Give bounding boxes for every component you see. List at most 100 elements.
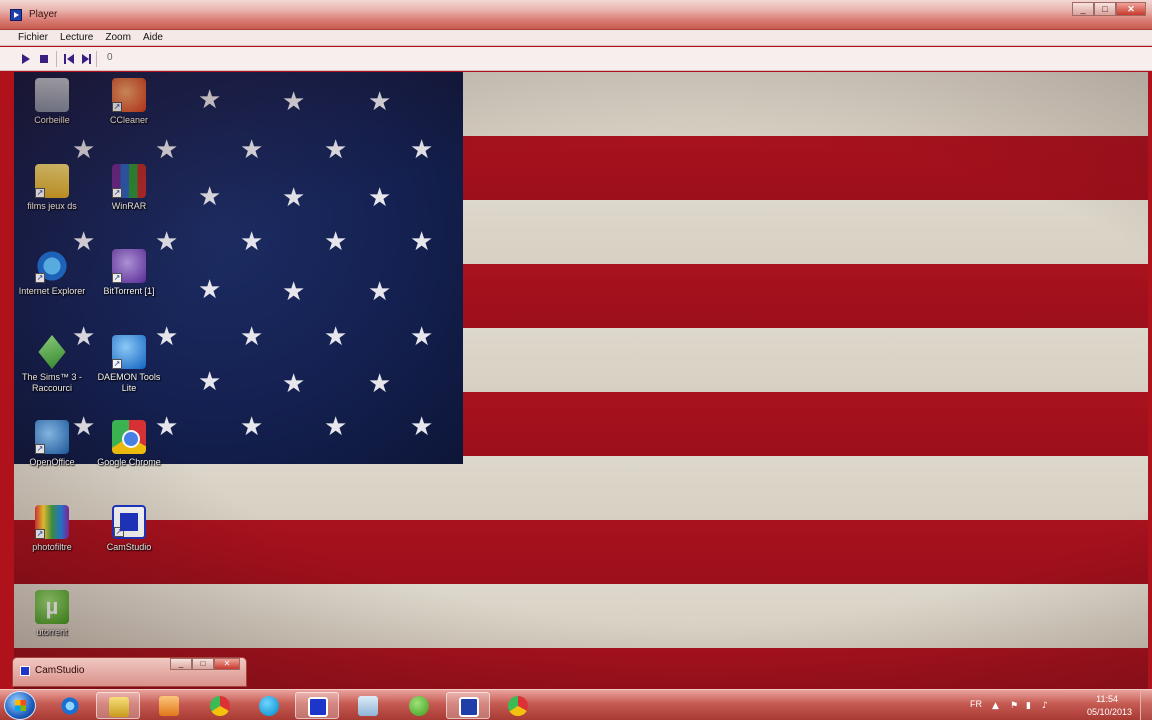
- star-icon: ★: [240, 135, 264, 165]
- utorrent-icon: [409, 696, 429, 716]
- chrome-icon: [508, 696, 528, 716]
- desktop-icon-label: OpenOffice: [29, 457, 75, 467]
- star-icon: ★: [368, 369, 392, 399]
- openoffice-icon: ↗: [35, 420, 69, 454]
- camstudio-minimize-button[interactable]: _: [170, 658, 192, 670]
- desktop-icon-google-chrome[interactable]: Google Chrome: [91, 420, 167, 468]
- desktop-icon-label: CCleaner: [109, 115, 149, 125]
- star-icon: ★: [282, 277, 306, 307]
- maximize-button[interactable]: □: [1094, 2, 1116, 16]
- recycle-bin-icon: [35, 78, 69, 112]
- photofiltre-icon: ↗: [35, 505, 69, 539]
- camstudio-icon: [308, 697, 328, 717]
- desktop-icon-label: photofiltre: [32, 542, 72, 552]
- desktop-icon-internet-explorer[interactable]: ↗ Internet Explorer: [14, 249, 90, 297]
- desktop-icon-openoffice[interactable]: ↗ OpenOffice: [14, 420, 90, 468]
- star-icon: ★: [324, 412, 348, 442]
- desktop-icon-winrar[interactable]: ↗ WinRAR: [91, 164, 167, 212]
- menu-bar: Fichier Lecture Zoom Aide: [0, 30, 1152, 46]
- star-icon: ★: [324, 322, 348, 352]
- show-desktop-button[interactable]: [1140, 690, 1152, 720]
- taskbar-file-explorer[interactable]: [96, 692, 140, 719]
- star-icon: ★: [282, 87, 306, 117]
- shortcut-arrow-icon: ↗: [35, 529, 45, 539]
- star-icon: ★: [72, 135, 96, 165]
- camstudio-minimized-window[interactable]: CamStudio _ □ ✕: [12, 657, 247, 687]
- desktop-icon-bittorrent[interactable]: ↗ BitTorrent [1]: [91, 249, 167, 297]
- star-icon: ★: [240, 412, 264, 442]
- taskbar-camstudio[interactable]: [295, 692, 339, 719]
- network-icon[interactable]: ▮: [1026, 701, 1031, 711]
- shortcut-arrow-icon: ↗: [112, 359, 122, 369]
- title-bar: Player _ □ ✕: [0, 0, 1152, 30]
- chrome-icon: [210, 696, 230, 716]
- taskbar-player[interactable]: [446, 692, 490, 719]
- toolbar-divider: [56, 51, 57, 67]
- winrar-icon: ↗: [112, 164, 146, 198]
- camstudio-window-title: CamStudio: [35, 665, 85, 676]
- clock-time[interactable]: 11:54: [1096, 694, 1118, 704]
- camstudio-window-controls: _ □ ✕: [170, 658, 240, 670]
- language-indicator[interactable]: FR: [970, 699, 982, 709]
- star-icon: ★: [324, 227, 348, 257]
- camstudio-close-button[interactable]: ✕: [214, 658, 240, 670]
- desktop-icon-ccleaner[interactable]: ↗ CCleaner: [91, 78, 167, 126]
- clock-date[interactable]: 05/10/2013: [1087, 707, 1132, 717]
- shortcut-arrow-icon: ↗: [35, 444, 45, 454]
- start-button[interactable]: [4, 691, 36, 720]
- show-hidden-icons-icon[interactable]: ▲: [992, 701, 999, 711]
- frame-counter: 0: [107, 52, 113, 63]
- taskbar-window[interactable]: [346, 692, 390, 719]
- desktop-icon-label: CamStudio: [106, 542, 152, 552]
- recorded-desktop: ★ ★ ★ ★ ★ ★ ★ ★ ★ ★ ★ ★ ★ ★ ★ ★ ★ ★ ★ ★ …: [14, 72, 1148, 689]
- close-button[interactable]: ✕: [1116, 2, 1146, 16]
- volume-icon[interactable]: ♪: [1042, 701, 1048, 711]
- desktop-icon-corbeille[interactable]: Corbeille: [14, 78, 90, 126]
- toolbar-divider: [96, 51, 97, 67]
- taskbar-media-player[interactable]: [147, 692, 191, 719]
- desktop-icon-films-jeux-ds[interactable]: ↗ films jeux ds: [14, 164, 90, 212]
- menu-aide[interactable]: Aide: [143, 32, 163, 43]
- menu-lecture[interactable]: Lecture: [60, 32, 93, 43]
- internet-explorer-icon: [60, 696, 80, 716]
- taskbar-internet-explorer[interactable]: [48, 692, 92, 719]
- desktop-icon-daemon-tools[interactable]: ↗ DAEMON Tools Lite: [91, 335, 167, 394]
- shortcut-arrow-icon: ↗: [112, 273, 122, 283]
- desktop-icon-label: Google Chrome: [97, 457, 161, 467]
- star-icon: ★: [410, 322, 434, 352]
- play-icon[interactable]: [20, 53, 32, 65]
- desktop-icon-label: Corbeille: [34, 115, 70, 125]
- previous-frame-icon[interactable]: [63, 53, 75, 65]
- star-icon: ★: [410, 135, 434, 165]
- next-frame-icon[interactable]: [80, 53, 92, 65]
- desktop-icon-camstudio[interactable]: ↗ CamStudio: [91, 505, 167, 553]
- desktop-icon-the-sims-3[interactable]: The Sims™ 3 - Raccourci: [14, 335, 90, 394]
- stop-icon[interactable]: [38, 53, 50, 65]
- star-icon: ★: [198, 85, 222, 115]
- shortcut-arrow-icon: ↗: [112, 188, 122, 198]
- action-center-icon[interactable]: ⚑: [1010, 701, 1018, 711]
- menu-zoom[interactable]: Zoom: [105, 32, 131, 43]
- shortcut-arrow-icon: ↗: [35, 188, 45, 198]
- player-icon: [459, 697, 479, 717]
- camstudio-maximize-button[interactable]: □: [192, 658, 214, 670]
- desktop-icon-label: WinRAR: [111, 201, 147, 211]
- internet-explorer-icon: ↗: [35, 249, 69, 283]
- menu-fichier[interactable]: Fichier: [18, 32, 48, 43]
- taskbar-chrome[interactable]: [198, 692, 242, 719]
- chrome-icon: [112, 420, 146, 454]
- player-toolbar: 0: [0, 47, 1152, 71]
- desktop-icon-photofiltre[interactable]: ↗ photofiltre: [14, 505, 90, 553]
- desktop-icon-label: films jeux ds: [27, 201, 77, 211]
- shortcut-arrow-icon: ↗: [114, 527, 124, 537]
- window-icon: [358, 696, 378, 716]
- skype-icon: [259, 696, 279, 716]
- star-icon: ★: [368, 277, 392, 307]
- taskbar-chrome-2[interactable]: [496, 692, 540, 719]
- minimize-button[interactable]: _: [1072, 2, 1094, 16]
- desktop-icon-utorrent[interactable]: µ utorrent: [14, 590, 90, 638]
- desktop-icon-label: Internet Explorer: [18, 286, 86, 296]
- taskbar-utorrent[interactable]: [397, 692, 441, 719]
- star-icon: ★: [368, 183, 392, 213]
- taskbar-skype[interactable]: [247, 692, 291, 719]
